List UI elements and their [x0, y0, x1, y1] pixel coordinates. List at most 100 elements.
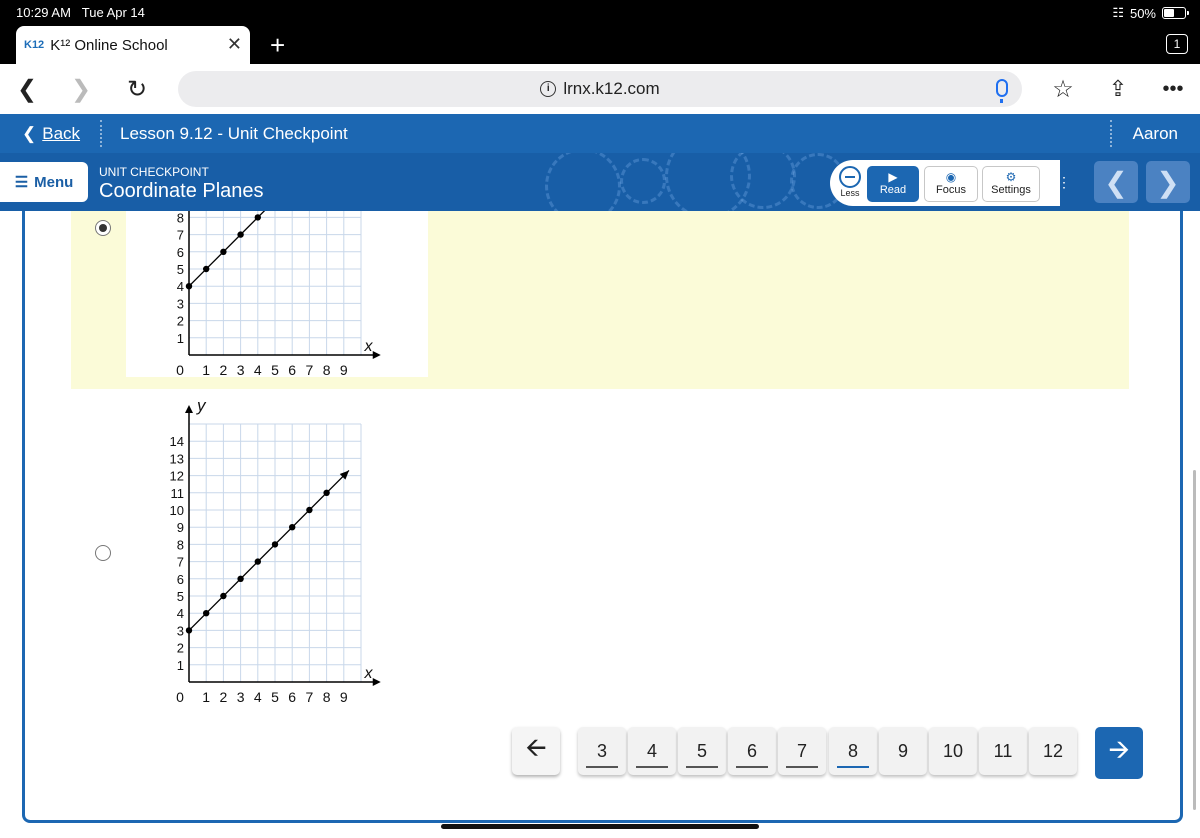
unit-header: ☰ Menu UNIT CHECKPOINT Coordinate Planes …	[0, 153, 1200, 211]
answer-radio-2[interactable]	[95, 545, 111, 561]
y-tick-label: 8	[177, 537, 184, 552]
less-button[interactable]: Less	[838, 166, 862, 198]
arrow-right-icon: 🡪	[1108, 734, 1130, 764]
coordinate-graph-option-2[interactable]: 1 2 3 4 5 6 7 8 901234567891011121314xy	[126, 400, 406, 710]
y-tick-label: 3	[177, 623, 184, 638]
next-question-button[interactable]: 🡪	[1095, 727, 1143, 779]
forward-arrow-icon[interactable]: ❯	[64, 72, 98, 106]
reload-icon[interactable]: ↻	[120, 72, 154, 106]
y-tick-label: 3	[177, 296, 184, 311]
x-tick-label: 5	[271, 689, 279, 705]
x-axis-arrow-icon	[372, 351, 381, 359]
y-tick-label: 2	[177, 314, 184, 329]
x-tick-label: 1	[202, 689, 210, 705]
status-right: ☷ 50%	[1112, 5, 1189, 21]
y-tick-label: 1	[177, 331, 184, 346]
settings-button[interactable]: ⚙ Settings	[982, 166, 1040, 202]
x-tick-label: 2	[220, 362, 228, 377]
focus-button[interactable]: ◉ Focus	[924, 166, 978, 202]
y-tick-label: 4	[177, 606, 184, 621]
previous-page-button[interactable]: ❮	[1094, 161, 1138, 203]
menu-button[interactable]: ☰ Menu	[0, 162, 88, 202]
data-point	[237, 231, 244, 238]
y-tick-label: 12	[170, 469, 184, 484]
page-button-7[interactable]: 7	[778, 727, 826, 775]
page-button-8[interactable]: 8	[829, 727, 877, 775]
coordinate-graph-option-1[interactable]: 1 2 3 4 5 6 7 8 9012345678x	[126, 211, 406, 377]
data-point	[254, 214, 261, 221]
page-button-12[interactable]: 12	[1029, 727, 1077, 775]
page-button-11[interactable]: 11	[979, 727, 1027, 775]
status-bar: 10:29 AM Tue Apr 14 ☷ 50%	[0, 0, 1200, 26]
more-icon[interactable]: •••	[1156, 72, 1190, 106]
drag-handle-icon[interactable]: ⋮⋮	[1043, 174, 1071, 191]
y-tick-label: 6	[177, 572, 184, 587]
lesson-header: ❮ Back Lesson 9.12 - Unit Checkpoint Aaro…	[0, 114, 1200, 153]
page-button-6[interactable]: 6	[728, 727, 776, 775]
y-tick-label: 7	[177, 555, 184, 570]
home-indicator	[441, 824, 759, 829]
divider	[1110, 120, 1112, 147]
browser-tab[interactable]: K12 K¹² Online School ✕	[16, 26, 250, 64]
y-tick-label: 5	[177, 589, 184, 604]
page-button-5[interactable]: 5	[678, 727, 726, 775]
origin-label: 0	[176, 689, 184, 705]
y-tick-label: 13	[170, 451, 184, 466]
data-line	[188, 211, 266, 287]
read-aloud-panel: Less ▶ Read ◉ Focus ⚙ Settings ⋮⋮	[830, 160, 1071, 206]
lesson-title: Lesson 9.12 - Unit Checkpoint	[120, 124, 348, 143]
x-axis-arrow-icon	[372, 678, 381, 686]
x-tick-label: 4	[254, 362, 262, 377]
y-tick-label: 1	[177, 658, 184, 673]
microphone-icon[interactable]	[996, 79, 1008, 103]
y-tick-label: 6	[177, 245, 184, 260]
y-tick-label: 4	[177, 279, 184, 294]
share-icon[interactable]: ⇪	[1101, 72, 1135, 106]
back-arrow-icon[interactable]: ❮	[10, 72, 44, 106]
browser-toolbar: ❮ ❯ ↻ i lrnx.k12.com ☆ ⇪ •••	[0, 64, 1200, 114]
play-icon: ▶	[888, 170, 898, 184]
page-title: Coordinate Planes	[99, 180, 264, 202]
page-button-9[interactable]: 9	[879, 727, 927, 775]
x-axis-label: x	[363, 338, 373, 355]
address-bar[interactable]: i lrnx.k12.com	[178, 71, 1022, 107]
y-tick-label: 5	[177, 262, 184, 277]
scrollbar[interactable]	[1193, 470, 1196, 810]
data-point	[254, 558, 261, 565]
minus-icon	[839, 166, 861, 188]
wifi-icon: ☷	[1112, 5, 1124, 20]
back-link[interactable]: ❮ Back	[22, 124, 80, 144]
chevron-left-icon: ❮	[22, 124, 37, 143]
bookmark-star-icon[interactable]: ☆	[1046, 72, 1080, 106]
battery-percent: 50%	[1129, 5, 1156, 21]
x-tick-label: 2	[220, 689, 228, 705]
close-tab-icon[interactable]: ✕	[227, 34, 242, 55]
page-button-10[interactable]: 10	[929, 727, 977, 775]
x-axis-label: x	[363, 665, 373, 682]
page-button-3[interactable]: 3	[578, 727, 626, 775]
k12-logo-icon: K12	[24, 39, 45, 51]
data-point	[220, 248, 227, 255]
page-button-4[interactable]: 4	[628, 727, 676, 775]
eye-icon: ◉	[945, 170, 957, 184]
answer-radio-1[interactable]	[95, 220, 111, 236]
read-button[interactable]: ▶ Read	[867, 166, 919, 202]
y-tick-label: 7	[177, 228, 184, 243]
x-tick-label: 4	[254, 689, 262, 705]
x-tick-label: 5	[271, 362, 279, 377]
url-text: lrnx.k12.com	[563, 79, 660, 98]
tab-count-button[interactable]: 1	[1166, 34, 1188, 54]
y-tick-label: 9	[177, 520, 184, 535]
tab-strip: K12 K¹² Online School ✕ + 1	[0, 26, 1200, 64]
gear-icon: ⚙	[1005, 170, 1017, 184]
status-time: 10:29 AM Tue Apr 14	[16, 5, 145, 20]
x-tick-label: 9	[340, 362, 348, 377]
next-page-button[interactable]: ❯	[1146, 161, 1190, 203]
user-name[interactable]: Aaron	[1133, 124, 1178, 144]
y-axis-arrow-icon	[185, 405, 193, 413]
unit-kicker: UNIT CHECKPOINT	[99, 165, 209, 179]
data-point	[306, 506, 313, 514]
new-tab-icon[interactable]: +	[270, 30, 285, 61]
data-point	[323, 489, 330, 496]
previous-question-button[interactable]: 🡨	[512, 727, 560, 775]
